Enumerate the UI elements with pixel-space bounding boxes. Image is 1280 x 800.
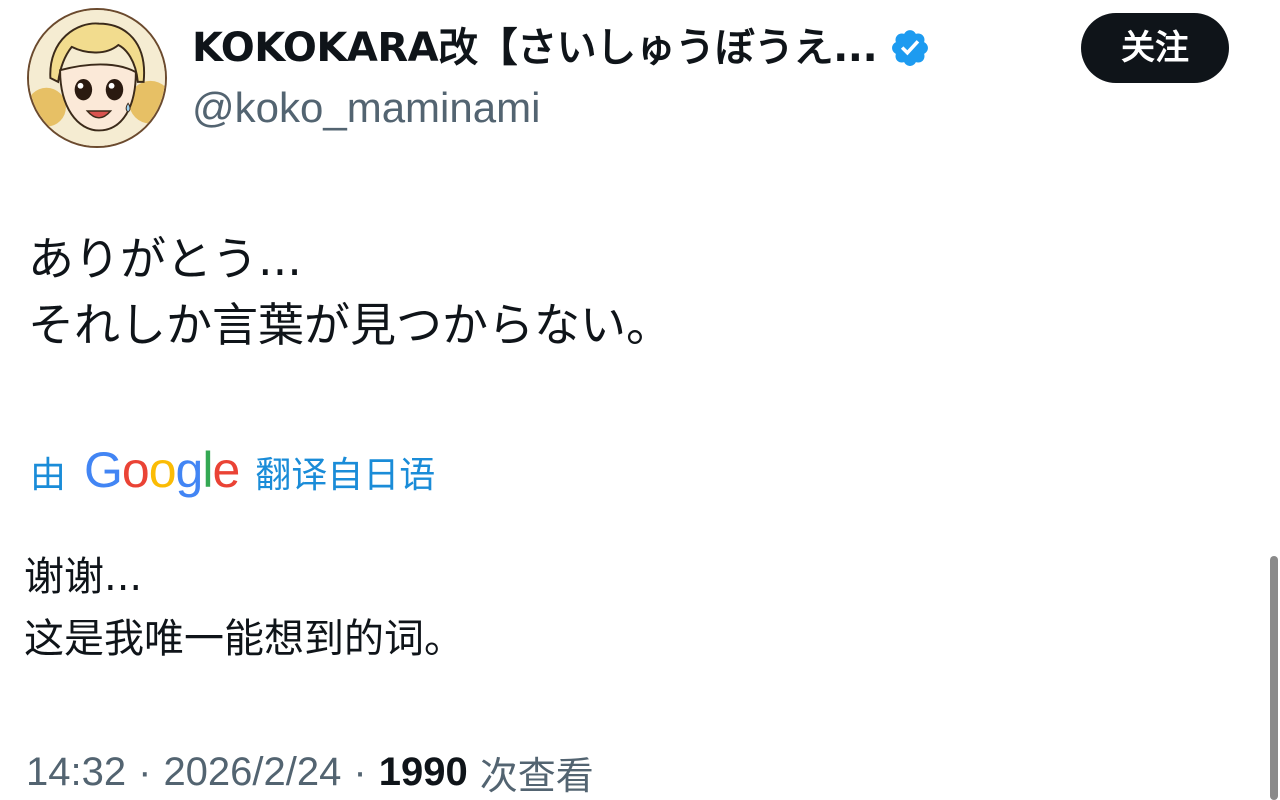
translation-suffix: 翻译自日语 xyxy=(255,455,436,496)
views-count: 1990 xyxy=(378,749,468,794)
tweet-text-line: それしか言葉が見つからない。 xyxy=(28,298,672,352)
display-name-row: KOKOKARA改【さいしゅうぼうえ... xyxy=(192,20,931,76)
meta-separator: · xyxy=(138,749,152,794)
translated-text-line: 这是我唯一能想到的词。 xyxy=(24,616,464,662)
translated-text-line: 谢谢... xyxy=(24,554,143,600)
follow-button[interactable]: 关注 xyxy=(1081,13,1229,83)
tweet-text: ありがとう... それしか言葉が見つからない。 xyxy=(28,226,672,358)
tweet-date[interactable]: 2026/2/24 xyxy=(163,750,341,795)
user-handle[interactable]: @koko_maminami xyxy=(192,82,540,134)
verified-badge-icon xyxy=(892,30,929,66)
tweet-meta: 14:32 · 2026/2/24 · 1990 次查看 xyxy=(26,744,594,800)
scrollbar-thumb[interactable] xyxy=(1270,556,1278,800)
google-logo: Google xyxy=(84,442,240,498)
translated-text: 谢谢... 这是我唯一能想到的词。 xyxy=(24,546,464,670)
meta-separator: · xyxy=(353,749,367,794)
avatar[interactable] xyxy=(27,8,167,148)
tweet-text-line: ありがとう... xyxy=(28,232,302,286)
translation-prefix: 由 xyxy=(30,455,67,496)
translation-attribution[interactable]: 由 Google 翻译自日语 xyxy=(30,442,436,500)
views-label: 次查看 xyxy=(479,753,594,798)
display-name[interactable]: KOKOKARA改【さいしゅうぼうえ... xyxy=(192,20,877,76)
anime-avatar-icon xyxy=(29,10,165,146)
tweet-time[interactable]: 14:32 xyxy=(26,750,126,795)
tweet-detail-page: KOKOKARA改【さいしゅうぼうえ... @koko_maminami 关注 … xyxy=(0,0,1280,800)
